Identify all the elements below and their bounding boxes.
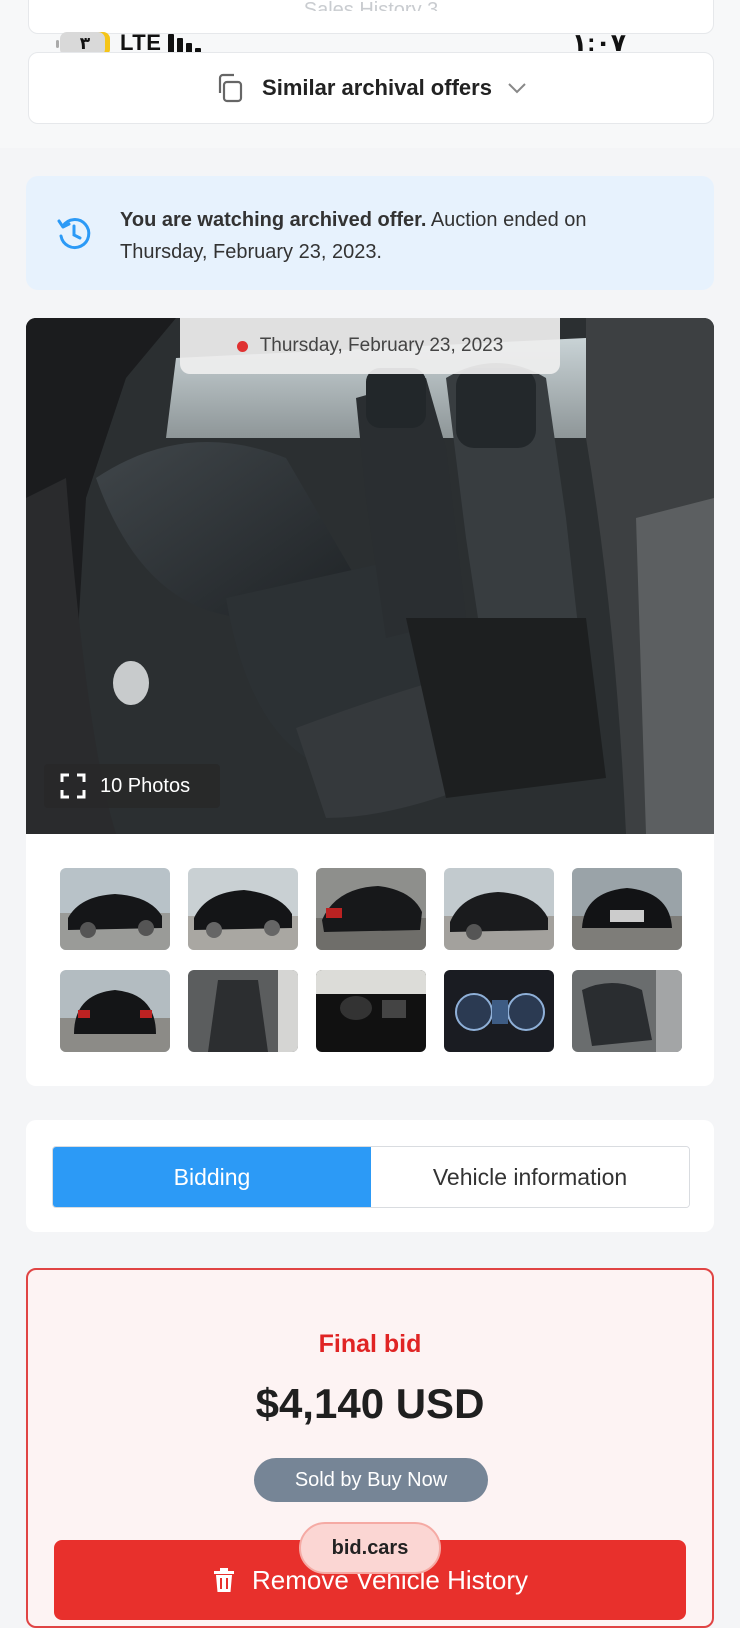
thumbnail-gauges[interactable] (444, 970, 554, 1052)
tab-bidding[interactable]: Bidding (53, 1147, 371, 1207)
thumbnail-front-damage[interactable] (444, 868, 554, 950)
main-photo[interactable]: Thursday, February 23, 2023 10 Photos (26, 318, 714, 834)
chevron-down-icon (508, 83, 526, 94)
battery-tip (56, 40, 59, 48)
sold-status-badge: Sold by Buy Now (254, 1458, 488, 1502)
thumbnail-rear-seats[interactable] (572, 970, 682, 1052)
tab-vehicle-information[interactable]: Vehicle information (371, 1147, 689, 1207)
tabs-card: Bidding Vehicle information (26, 1120, 714, 1232)
archived-offer-notice: You are watching archived offer. Auction… (26, 176, 714, 290)
final-bid-card: Final bid $4,140 USD Sold by Buy Now Rem… (26, 1268, 714, 1628)
auction-date-pill: Thursday, February 23, 2023 (180, 318, 560, 374)
sales-history-label: Sales History 3 (29, 1, 713, 11)
thumbnail-rear[interactable] (60, 970, 170, 1052)
top-header-area: Sales History 3 ٣ LTE ١:٠٧ Similar archi… (0, 0, 740, 148)
notice-bold: You are watching archived offer. (120, 209, 427, 231)
thumbnail-dashboard[interactable] (316, 970, 426, 1052)
thumbnail-front-left[interactable] (60, 868, 170, 950)
final-bid-label: Final bid (318, 1330, 422, 1358)
car-interior-image (26, 318, 714, 834)
thumbnail-front-interior[interactable] (188, 970, 298, 1052)
status-dot (236, 340, 248, 352)
thumbnail-rear-left[interactable] (188, 868, 298, 950)
copy-icon (218, 73, 243, 103)
photos-count-button[interactable]: 10 Photos (44, 764, 220, 808)
brand-badge: bid.cars (299, 1522, 441, 1574)
notice-text: You are watching archived offer. Auction… (120, 204, 640, 268)
tab-bar: Bidding Vehicle information (52, 1146, 690, 1208)
auction-date: Thursday, February 23, 2023 (259, 335, 504, 356)
trash-icon (214, 1568, 234, 1592)
photos-count-label: 10 Photos (100, 774, 191, 797)
photo-gallery: Thursday, February 23, 2023 10 Photos (26, 318, 714, 1086)
fullscreen-icon (60, 773, 86, 799)
thumbnail-front[interactable] (572, 868, 682, 950)
history-icon (57, 218, 91, 250)
final-bid-amount: $4,140 USD (255, 1380, 485, 1427)
thumbnail-rear-right[interactable] (316, 868, 426, 950)
similar-offers-label: Similar archival offers (262, 75, 492, 100)
similar-offers-dropdown[interactable]: Similar archival offers (28, 52, 714, 124)
